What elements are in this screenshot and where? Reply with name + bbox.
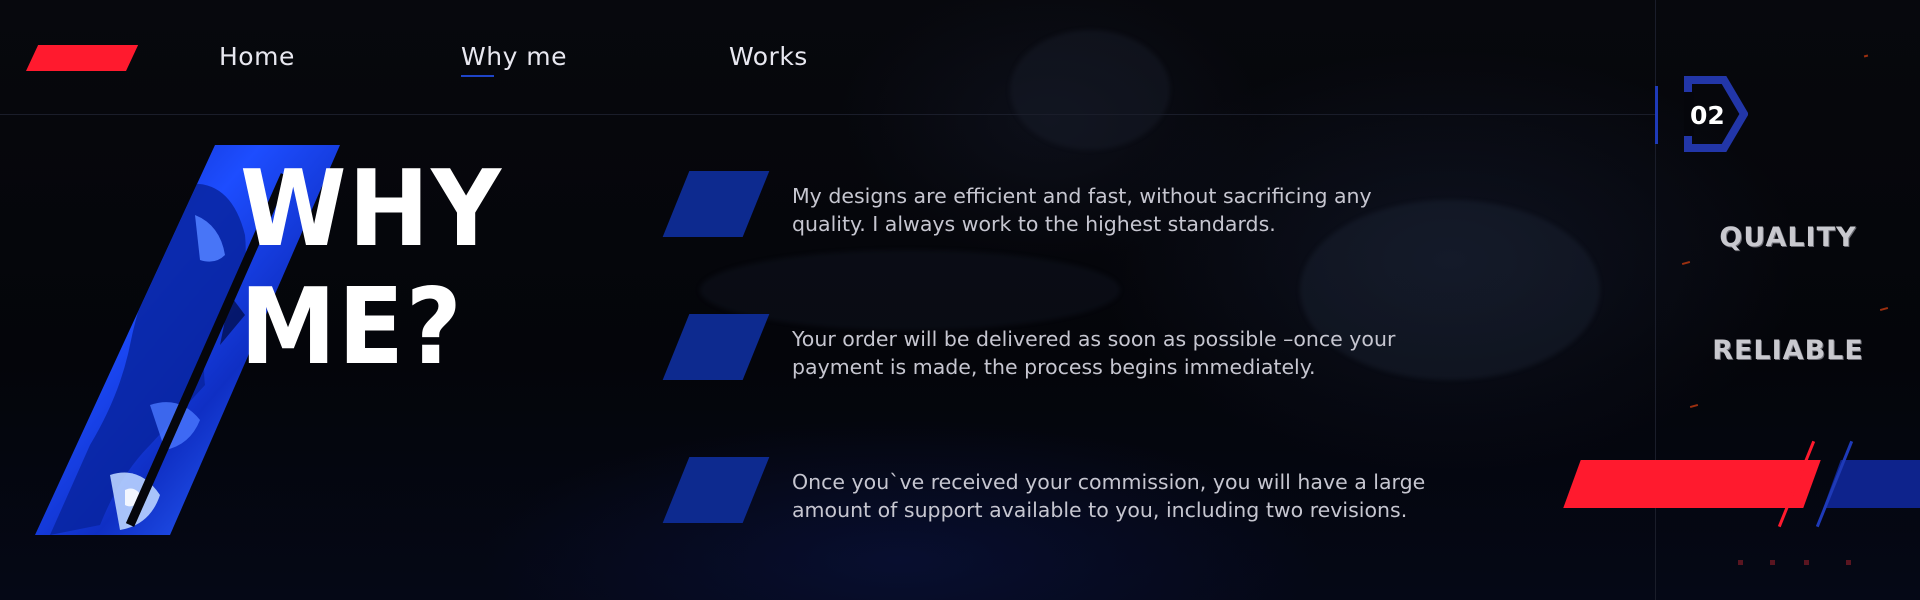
top-navigation: Home Why me Works bbox=[0, 0, 1655, 115]
decorative-dot bbox=[1770, 560, 1775, 565]
decorative-dot bbox=[1738, 560, 1743, 565]
feature-text-delivery: Your order will be delivered as soon as … bbox=[792, 327, 1396, 379]
feature-text-efficiency: My designs are efficient and fast, witho… bbox=[792, 184, 1372, 236]
nav-link-works[interactable]: Works bbox=[729, 42, 808, 71]
rail-active-indicator bbox=[1655, 86, 1658, 144]
ember-spark bbox=[1863, 54, 1869, 58]
nav-link-home[interactable]: Home bbox=[219, 42, 295, 71]
feature-text-support: Once you`ve received your commission, yo… bbox=[792, 470, 1426, 522]
decorative-dot bbox=[1804, 560, 1809, 565]
feature-marker bbox=[662, 314, 770, 380]
red-accent-strip bbox=[1563, 460, 1821, 508]
decorative-dot bbox=[1846, 560, 1851, 565]
rail-label-reliable[interactable]: RELIABLE bbox=[1668, 335, 1908, 366]
active-nav-underline bbox=[461, 75, 494, 77]
why-me-slide: Home Why me Works WHY ME? My designs are… bbox=[0, 0, 1920, 600]
ember-spark bbox=[1681, 260, 1691, 266]
rail-label-quality[interactable]: QUALITY bbox=[1668, 222, 1908, 253]
nav-link-why-me[interactable]: Why me bbox=[461, 42, 567, 71]
ember-spark bbox=[1879, 306, 1889, 312]
red-parallelogram-logo[interactable] bbox=[26, 45, 139, 71]
feature-marker bbox=[662, 171, 770, 237]
slide-number: 02 bbox=[1690, 101, 1725, 130]
ember-spark bbox=[1689, 403, 1699, 409]
feature-marker bbox=[662, 457, 770, 523]
hero-title: WHY ME? bbox=[240, 148, 503, 388]
blue-accent-strip bbox=[1823, 460, 1920, 508]
